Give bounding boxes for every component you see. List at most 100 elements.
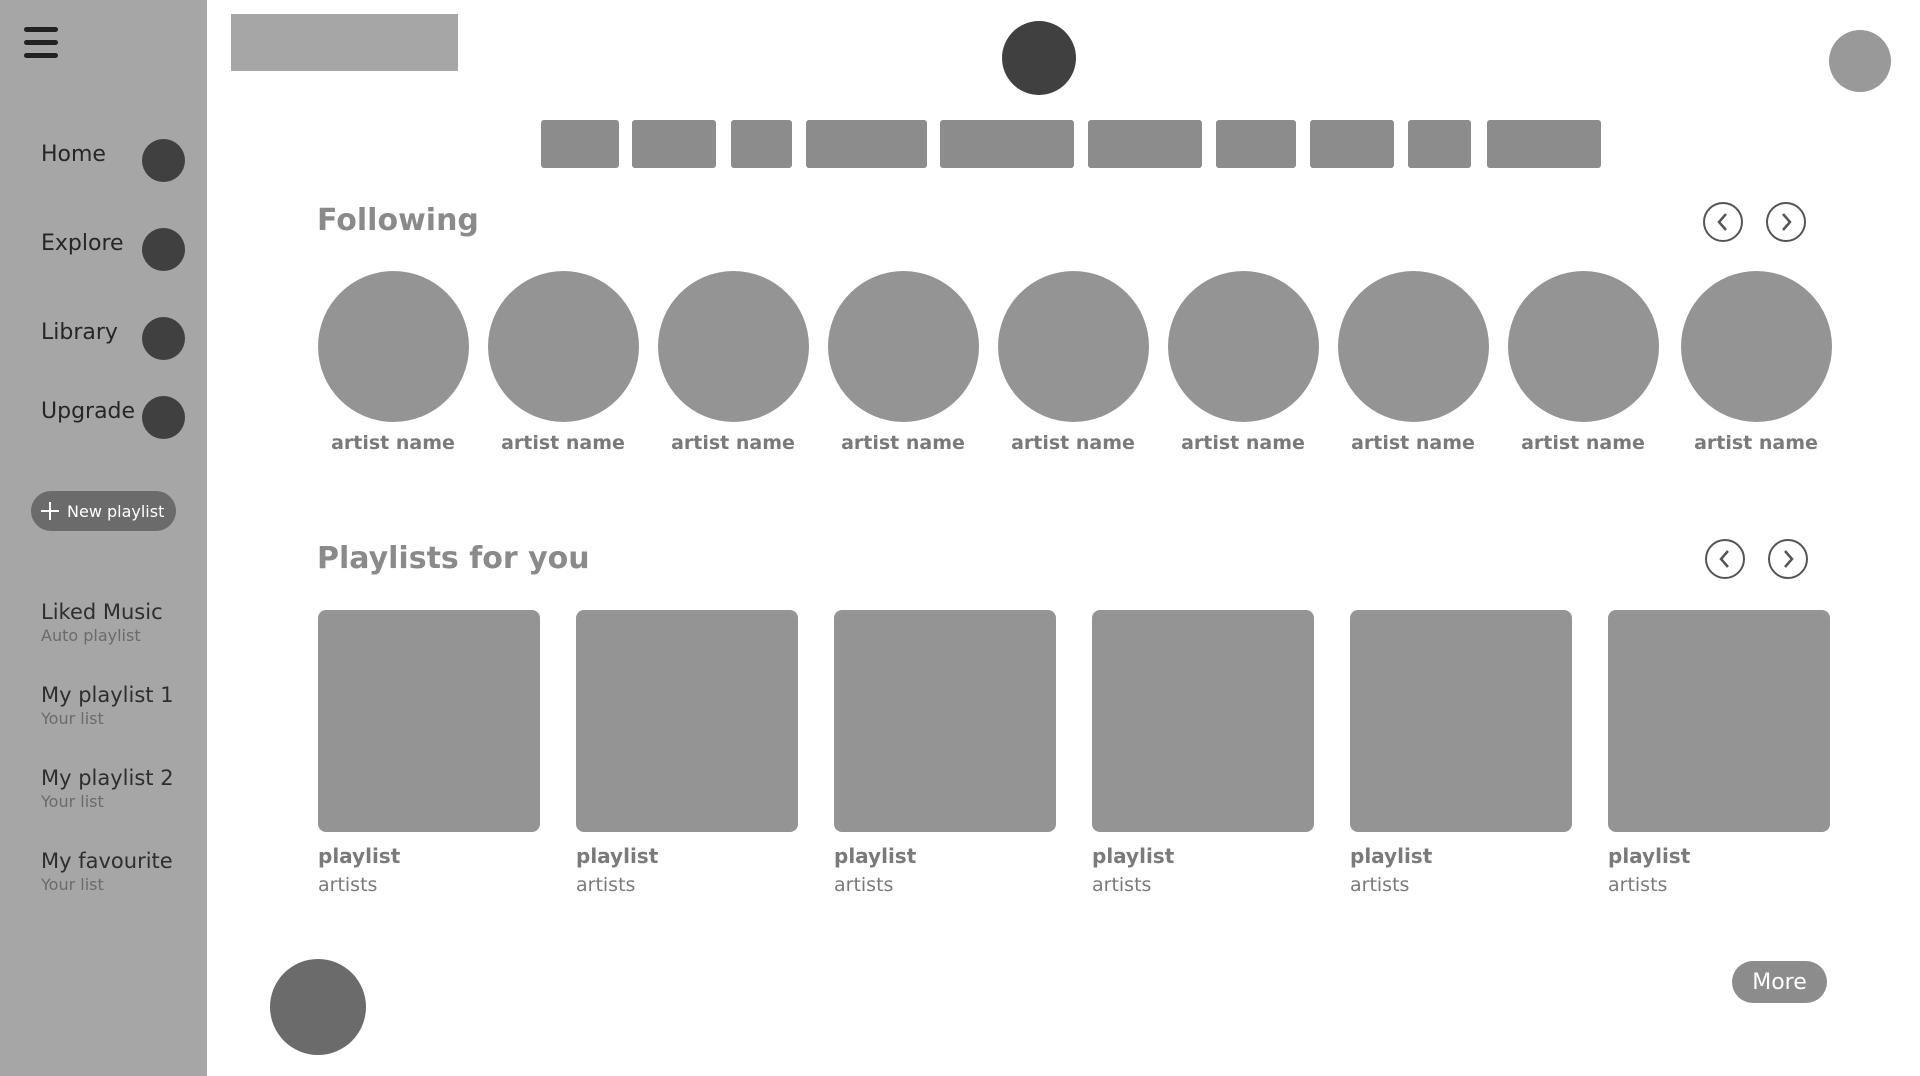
artist-avatar bbox=[1167, 271, 1319, 422]
sidebar-playlist-subtitle: Your list bbox=[41, 875, 104, 894]
avatar[interactable] bbox=[1829, 30, 1891, 92]
sidebar-item-label: Home bbox=[41, 142, 106, 167]
sidebar-playlist-item[interactable]: My playlist 1 Your list bbox=[41, 683, 201, 728]
artist-avatar bbox=[1507, 271, 1659, 422]
artist-avatar bbox=[657, 271, 809, 422]
playlist-artists: artists bbox=[834, 874, 894, 896]
filter-chip[interactable] bbox=[541, 120, 619, 168]
sidebar-playlist-item[interactable]: My playlist 2 Your list bbox=[41, 766, 201, 811]
sidebar: Home Explore Library Upgrade New playlis… bbox=[0, 0, 207, 1076]
playlist-cover bbox=[1092, 610, 1314, 832]
plus-icon bbox=[41, 502, 59, 520]
artist-avatar bbox=[1680, 271, 1832, 422]
sidebar-playlist-title: My playlist 1 bbox=[41, 683, 174, 707]
playlist-title: playlist bbox=[1350, 844, 1433, 868]
chevron-right-icon bbox=[1784, 550, 1794, 568]
sidebar-playlist-subtitle: Your list bbox=[41, 792, 104, 811]
player-control-icon[interactable] bbox=[270, 959, 366, 1055]
artist-avatar bbox=[997, 271, 1149, 422]
playlist-card[interactable]: playlist artists bbox=[576, 610, 798, 896]
playlist-cover bbox=[1608, 610, 1830, 832]
artist-card[interactable]: artist name bbox=[1158, 271, 1328, 454]
playlists-prev-button[interactable] bbox=[1705, 539, 1745, 579]
sidebar-item-label: Library bbox=[41, 320, 118, 345]
chevron-left-icon bbox=[1719, 550, 1729, 568]
artist-name: artist name bbox=[1351, 432, 1475, 454]
artist-avatar bbox=[827, 271, 979, 422]
sidebar-item-upgrade[interactable]: Upgrade bbox=[41, 391, 191, 441]
sidebar-item-home[interactable]: Home bbox=[41, 134, 191, 184]
playlist-title: playlist bbox=[1608, 844, 1691, 868]
sidebar-playlist-item[interactable]: My favourite Your list bbox=[41, 849, 201, 894]
playlist-cover bbox=[834, 610, 1056, 832]
filter-chip[interactable] bbox=[632, 120, 716, 168]
sidebar-playlist-title: My playlist 2 bbox=[41, 766, 174, 790]
playlist-card[interactable]: playlist artists bbox=[318, 610, 540, 896]
playlist-artists: artists bbox=[1092, 874, 1152, 896]
filter-chip[interactable] bbox=[940, 120, 1074, 168]
filter-chip[interactable] bbox=[1310, 120, 1394, 168]
filter-chip[interactable] bbox=[731, 120, 792, 168]
playlist-artists: artists bbox=[576, 874, 636, 896]
artist-avatar bbox=[1337, 271, 1489, 422]
artist-card[interactable]: artist name bbox=[1671, 271, 1841, 454]
artist-card[interactable]: artist name bbox=[988, 271, 1158, 454]
hamburger-menu-icon[interactable] bbox=[24, 27, 58, 59]
playlist-card[interactable]: playlist artists bbox=[1350, 610, 1572, 896]
new-playlist-button[interactable]: New playlist bbox=[31, 491, 176, 531]
filter-chip[interactable] bbox=[1216, 120, 1296, 168]
sidebar-playlist-subtitle: Your list bbox=[41, 709, 104, 728]
section-title-playlists: Playlists for you bbox=[317, 541, 590, 576]
playlist-artists: artists bbox=[318, 874, 378, 896]
playlist-title: playlist bbox=[576, 844, 659, 868]
sidebar-item-library[interactable]: Library bbox=[41, 312, 191, 362]
artist-name: artist name bbox=[671, 432, 795, 454]
playlists-next-button[interactable] bbox=[1768, 539, 1808, 579]
sidebar-item-label: Explore bbox=[41, 231, 124, 256]
playlist-title: playlist bbox=[834, 844, 917, 868]
chevron-left-icon bbox=[1717, 213, 1727, 231]
artist-name: artist name bbox=[841, 432, 965, 454]
artist-name: artist name bbox=[1011, 432, 1135, 454]
center-action-icon[interactable] bbox=[1002, 21, 1076, 95]
more-button[interactable]: More bbox=[1732, 961, 1827, 1003]
artist-card[interactable]: artist name bbox=[478, 271, 648, 454]
artist-card[interactable]: artist name bbox=[818, 271, 988, 454]
artist-avatar bbox=[317, 271, 469, 422]
playlist-artists: artists bbox=[1350, 874, 1410, 896]
artist-card[interactable]: artist name bbox=[1498, 271, 1668, 454]
artist-card[interactable]: artist name bbox=[648, 271, 818, 454]
filter-chip[interactable] bbox=[1408, 120, 1471, 168]
playlist-cover bbox=[576, 610, 798, 832]
playlist-cover bbox=[1350, 610, 1572, 832]
artist-card[interactable]: artist name bbox=[1328, 271, 1498, 454]
new-playlist-label: New playlist bbox=[67, 501, 165, 521]
artist-avatar bbox=[487, 271, 639, 422]
playlist-card[interactable]: playlist artists bbox=[834, 610, 1056, 896]
playlist-title: playlist bbox=[1092, 844, 1175, 868]
artist-name: artist name bbox=[1694, 432, 1818, 454]
filter-chip[interactable] bbox=[1088, 120, 1202, 168]
sidebar-playlist-subtitle: Auto playlist bbox=[41, 626, 141, 645]
chevron-right-icon bbox=[1782, 213, 1792, 231]
playlist-cover bbox=[318, 610, 540, 832]
filter-chip[interactable] bbox=[806, 120, 927, 168]
playlist-title: playlist bbox=[318, 844, 401, 868]
playlist-card[interactable]: playlist artists bbox=[1608, 610, 1830, 896]
following-prev-button[interactable] bbox=[1703, 202, 1743, 242]
artist-name: artist name bbox=[331, 432, 455, 454]
following-next-button[interactable] bbox=[1766, 202, 1806, 242]
logo-placeholder[interactable] bbox=[231, 14, 458, 71]
artist-name: artist name bbox=[501, 432, 625, 454]
artist-card[interactable]: artist name bbox=[308, 271, 478, 454]
playlist-card[interactable]: playlist artists bbox=[1092, 610, 1314, 896]
sidebar-playlist-title: My favourite bbox=[41, 849, 173, 873]
artist-name: artist name bbox=[1181, 432, 1305, 454]
sidebar-playlist-item[interactable]: Liked Music Auto playlist bbox=[41, 600, 201, 645]
filter-chip[interactable] bbox=[1487, 120, 1601, 168]
sidebar-playlist-title: Liked Music bbox=[41, 600, 163, 624]
sidebar-item-label: Upgrade bbox=[41, 399, 136, 424]
sidebar-item-explore[interactable]: Explore bbox=[41, 223, 191, 273]
section-title-following: Following bbox=[317, 203, 479, 238]
home-icon bbox=[142, 139, 185, 182]
